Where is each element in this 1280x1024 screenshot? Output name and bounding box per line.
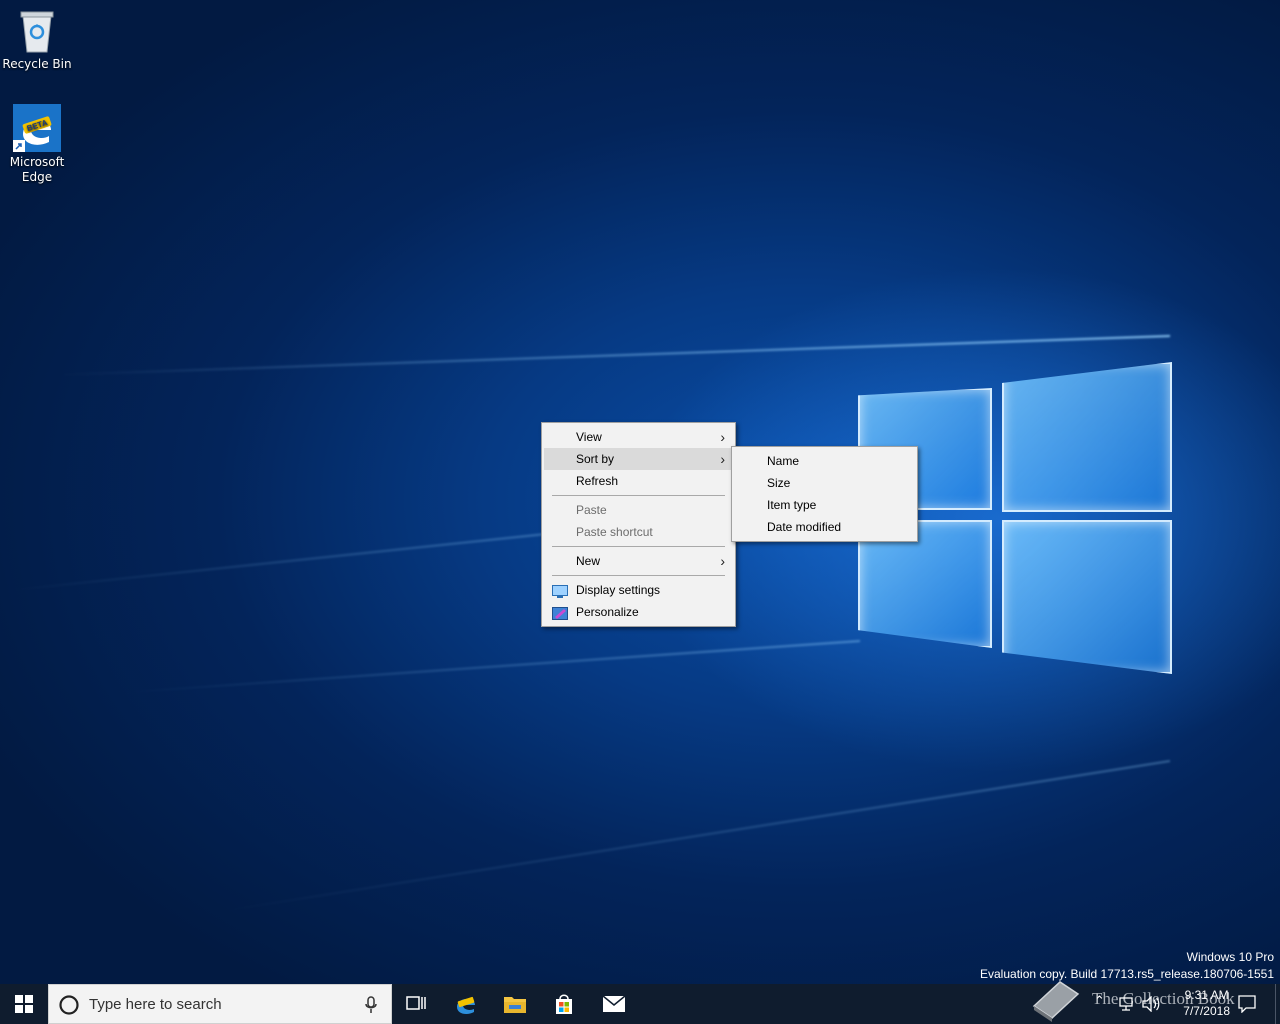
menu-item-sort-by[interactable]: Sort by › [544, 448, 733, 470]
cortana-circle-icon [59, 995, 79, 1015]
light-beam [60, 335, 1171, 376]
menu-separator [552, 546, 725, 547]
taskbar-edge-button[interactable] [442, 984, 490, 1024]
chevron-right-icon: › [720, 553, 725, 569]
watermark-edition: Windows 10 Pro [1186, 950, 1274, 964]
task-view-button[interactable] [392, 984, 440, 1024]
desktop-icon-microsoft-edge[interactable]: BETA Microsoft Edge [0, 104, 74, 185]
chevron-right-icon: › [720, 451, 725, 467]
menu-item-label: Paste [576, 503, 607, 517]
start-button[interactable] [0, 984, 48, 1024]
edge-beta-icon: BETA [13, 104, 61, 152]
menu-item-label: Refresh [576, 474, 619, 488]
display-settings-icon [552, 583, 568, 598]
desktop-icon-label: Microsoft Edge [9, 155, 65, 184]
desktop[interactable]: Recycle Bin BETA Microsoft Edge Windows … [0, 0, 1280, 984]
recycle-bin-icon [17, 8, 57, 54]
network-icon[interactable] [1118, 996, 1134, 1012]
menu-item-view[interactable]: View › [544, 426, 733, 448]
personalize-icon [552, 605, 568, 620]
windows-start-icon [15, 995, 33, 1013]
chevron-right-icon: › [720, 429, 725, 445]
menu-separator [552, 575, 725, 576]
light-beam [211, 760, 1171, 914]
edge-beta-icon [457, 996, 475, 1015]
microphone-icon[interactable] [365, 996, 377, 1014]
search-placeholder: Type here to search [89, 996, 222, 1013]
submenu-item-size[interactable]: Size [734, 472, 915, 494]
clock-time: 9:31 AM [1184, 988, 1229, 1002]
menu-item-personalize[interactable]: Personalize [544, 601, 733, 623]
taskbar-mail-button[interactable] [590, 984, 638, 1024]
light-beam [121, 640, 861, 694]
sort-by-submenu: Name Size Item type Date modified [731, 446, 918, 542]
windows-logo-pane [1002, 362, 1172, 512]
menu-item-label: Display settings [576, 583, 661, 597]
chevron-up-icon[interactable]: ⌃ [1094, 994, 1105, 1009]
taskbar-search-box[interactable]: Type here to search [48, 984, 392, 1024]
menu-item-display-settings[interactable]: Display settings [544, 579, 733, 601]
desktop-icon-recycle-bin[interactable]: Recycle Bin [0, 8, 74, 72]
menu-item-new[interactable]: New › [544, 550, 733, 572]
menu-item-label: Size [767, 476, 791, 490]
desktop-icon-label: Recycle Bin [2, 57, 72, 71]
build-watermark: Windows 10 Pro Evaluation copy. Build 17… [980, 950, 1274, 981]
menu-item-paste: Paste [544, 499, 733, 521]
windows-logo-pane [1002, 520, 1172, 674]
desktop-context-menu: View › Sort by › Refresh Paste Paste sho… [541, 422, 736, 627]
menu-item-label: New [576, 554, 601, 568]
action-center-icon[interactable] [1238, 995, 1256, 1013]
menu-item-refresh[interactable]: Refresh [544, 470, 733, 492]
menu-item-label: Personalize [576, 605, 639, 619]
task-view-icon [406, 996, 426, 1010]
clock-date: 7/7/2018 [1183, 1004, 1230, 1018]
menu-item-label: Paste shortcut [576, 525, 653, 539]
menu-item-label: Sort by [576, 452, 615, 466]
file-explorer-icon [504, 997, 526, 1013]
book-logo-icon [1032, 981, 1080, 1022]
store-icon [556, 994, 572, 1014]
menu-item-label: Item type [767, 498, 817, 512]
taskbar: Type here to search The Collection Book … [0, 981, 1280, 1024]
system-clock[interactable]: 9:31 AM 7/7/2018 [1183, 987, 1230, 1019]
show-desktop-button[interactable] [1275, 984, 1280, 1024]
taskbar-file-explorer-button[interactable] [491, 984, 539, 1024]
submenu-item-item-type[interactable]: Item type [734, 494, 915, 516]
submenu-item-name[interactable]: Name [734, 450, 915, 472]
volume-icon[interactable] [1142, 996, 1160, 1012]
menu-item-label: Name [767, 454, 800, 468]
submenu-item-date-modified[interactable]: Date modified [734, 516, 915, 538]
menu-item-label: View [576, 430, 602, 444]
watermark-build: Evaluation copy. Build 17713.rs5_release… [980, 967, 1274, 981]
mail-icon [602, 995, 626, 1012]
taskbar-store-button[interactable] [540, 984, 588, 1024]
menu-separator [552, 495, 725, 496]
menu-item-paste-shortcut: Paste shortcut [544, 521, 733, 543]
menu-item-label: Date modified [767, 520, 842, 534]
